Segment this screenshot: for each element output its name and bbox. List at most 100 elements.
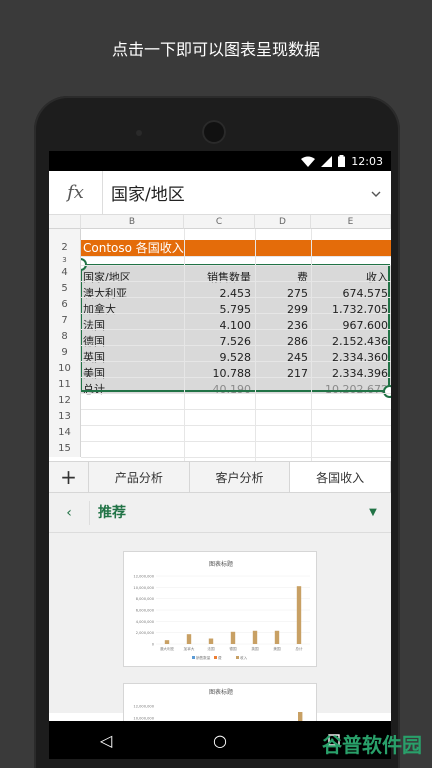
row-header[interactable]: 11 [49,377,81,393]
y-tick-label: 0 [152,643,155,647]
fx-icon[interactable]: fx [49,170,103,215]
screen: 12:03 fx 国家/地区 B C D E Contoso 各国收入 国家/地… [49,151,391,721]
legend-label: 费 [218,655,222,660]
status-time: 12:03 [351,154,383,168]
row-gridline [81,345,391,346]
row-gridline [81,409,391,410]
tab-country-revenue[interactable]: 各国收入 [290,462,391,492]
back-nav-button[interactable]: ◁ [86,731,126,750]
bar [298,712,303,721]
row-header[interactable]: 14 [49,425,81,441]
row-gridline [81,313,391,314]
x-tick-label: 德国 [229,646,237,651]
y-tick-label: 2,000,000 [136,631,155,635]
row-gridline [81,457,391,458]
chart-preview-card[interactable]: 图表标题 12,000,000 10,000,000 8,000,000 6,000,0… [123,551,317,667]
chart-preview-card-2[interactable]: 图表标题 12,000,000 10,000,000 [123,683,317,721]
bar [296,586,302,644]
selection-box[interactable] [80,264,390,392]
column-gridline [184,229,185,461]
row-gridline [81,425,391,426]
row-gridline [81,329,391,330]
watermark: 谷普软件园 [322,733,422,757]
x-tick-label: 美国 [273,646,281,651]
legend-swatch [236,656,239,659]
y-tick-label: 12,000,000 [133,575,154,579]
selection-handle-bottom-right[interactable] [383,385,391,398]
row-header[interactable]: 15 [49,441,81,457]
column-header-c[interactable]: C [184,215,255,229]
earpiece [202,120,226,144]
legend-label: 销售数量 [196,655,211,660]
wifi-icon [301,156,316,167]
y-tick-label: 4,000,000 [136,620,155,624]
bar [208,638,214,644]
chevron-down-icon[interactable] [361,186,391,200]
bar [230,631,236,644]
column-header-b[interactable]: B [81,215,184,229]
row-gridline [81,441,391,442]
row-header[interactable]: 12 [49,393,81,409]
x-tick-label: 加拿大 [184,646,195,651]
chart-title: 图表标题 [209,688,233,696]
row-header[interactable]: 3 [49,256,81,265]
tab-customer-analysis[interactable]: 客户分析 [190,462,291,492]
legend-label: 收入 [240,655,248,660]
status-bar: 12:03 [49,151,391,171]
chart-preview: 图表标题 12,000,000 10,000,000 8,000,000 6,000,0… [133,560,310,660]
row-gridline [81,393,391,394]
y-tick-label: 10,000,000 [133,717,154,721]
chart-preview-2: 图表标题 12,000,000 10,000,000 [133,688,303,721]
spreadsheet-grid[interactable]: B C D E Contoso 各国收入 国家/地区 销售数量 费 收入 澳大利… [49,215,391,461]
row-header[interactable]: 5 [49,281,81,297]
x-tick-label: 澳大利亚 [160,646,175,651]
bar [186,634,192,644]
row-gridline [81,361,391,362]
column-gridline [255,229,256,461]
row-header[interactable]: 10 [49,361,81,377]
formula-bar[interactable]: fx 国家/地区 [49,170,391,215]
row-gridline [81,281,391,282]
battery-icon [338,155,346,167]
row-header[interactable]: 8 [49,329,81,345]
row-gridline [81,265,391,266]
bar [252,630,258,644]
row-header[interactable]: 6 [49,297,81,313]
top-caption: 点击一下即可以图表呈现数据 [111,40,320,59]
recommend-title: 推荐 [89,500,355,525]
y-tick-label: 10,000,000 [133,586,154,590]
formula-input[interactable]: 国家/地区 [103,180,361,205]
column-header-d[interactable]: D [255,215,311,229]
legend-swatch [192,656,195,659]
select-all-corner[interactable] [49,215,81,229]
column-header-e[interactable]: E [311,215,391,229]
sheet-tabs: + 产品分析 客户分析 各国收入 [49,461,391,493]
chart-preview-area: 图表标题 12,000,000 10,000,000 8,000,000 6,000,0… [49,533,391,721]
chart-title: 图表标题 [209,560,233,568]
home-nav-button[interactable]: ○ [200,731,240,750]
y-tick-label: 8,000,000 [136,597,155,601]
signal-icon [321,155,333,167]
back-button[interactable]: ‹ [49,505,89,521]
x-tick-label: 法国 [207,646,215,651]
legend-swatch [214,656,217,659]
column-gridline [311,229,312,461]
row-gridline [81,256,391,257]
row-header[interactable]: 2 [49,240,81,256]
title-cell[interactable]: Contoso 各国收入 [81,240,391,256]
row-header-gap [49,229,81,240]
proximity-sensor [136,130,142,136]
row-header[interactable]: 4 [49,265,81,281]
y-tick-label: 6,000,000 [136,609,155,613]
row-header[interactable]: 9 [49,345,81,361]
tab-product-analysis[interactable]: 产品分析 [89,462,190,492]
x-tick-label: 英国 [251,646,259,651]
recommend-dropdown-icon[interactable]: ▼ [355,507,391,518]
row-header[interactable]: 13 [49,409,81,425]
recommend-bar: ‹ 推荐 ▼ [49,493,391,533]
y-tick-label: 12,000,000 [133,705,154,709]
bar [164,640,170,644]
add-sheet-button[interactable]: + [49,462,89,492]
row-gridline [81,377,391,378]
row-header[interactable]: 7 [49,313,81,329]
